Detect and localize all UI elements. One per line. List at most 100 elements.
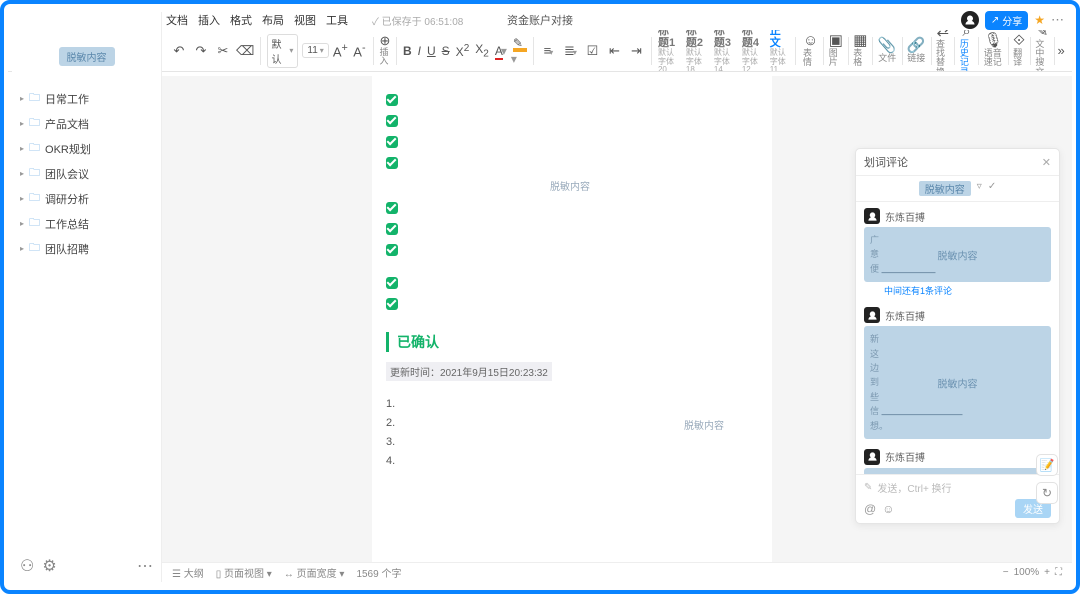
folder-item[interactable]: ▸🗀OKR规划 [18, 136, 155, 161]
toolbar-翻译[interactable]: ⟐翻译 [1008, 33, 1030, 68]
document-page[interactable]: 脱敏内容 已确认 更新时间：2021年9月15日20:23:32 1.2.脱敏内… [372, 76, 772, 564]
outdent-icon[interactable]: ⇤ [605, 44, 623, 57]
heading-option[interactable]: 标题1默认字体 20 [654, 30, 682, 72]
toolbar-查找替换[interactable]: ⇄查找替换 [931, 30, 954, 72]
toolbar-图片[interactable]: ▣图片 [824, 33, 848, 68]
format-painter-icon[interactable]: ✂ [214, 44, 232, 57]
checkbox-checked[interactable] [386, 277, 398, 289]
checkbox-checked[interactable] [386, 202, 398, 214]
checkbox-checked[interactable] [386, 244, 398, 256]
comment-input[interactable]: ✎发送，Ctrl+ 换行 [864, 480, 1051, 495]
folder-item[interactable]: ▸🗀日常工作 [18, 86, 155, 111]
toolbar-文件[interactable]: 📎文件 [873, 38, 902, 63]
clear-format-icon[interactable]: ⌫ [236, 44, 254, 57]
share-icon: ↗ [991, 15, 999, 26]
comment-body[interactable]: ▯▯▯ 脱敏内容 [864, 468, 1051, 474]
list-item[interactable]: 4. [386, 455, 754, 467]
toolbar-语音速记[interactable]: 🎙语音速记 [979, 33, 1008, 68]
mention-icon[interactable]: @ [864, 502, 876, 516]
gear-icon[interactable]: ⚙ [42, 556, 56, 576]
folder-item[interactable]: ▸🗀团队会议 [18, 161, 155, 186]
italic-icon[interactable]: I [418, 44, 421, 58]
checkbox-checked[interactable] [386, 136, 398, 148]
more-icon[interactable]: ⋯ [137, 556, 153, 576]
outline-toggle[interactable]: ☰ 大纲 [172, 565, 204, 580]
close-icon[interactable]: ✕ [1042, 156, 1051, 169]
toolbar-表格[interactable]: ▦表格 [848, 33, 872, 68]
indent-icon[interactable]: ⇥ [627, 44, 645, 57]
checkbox-checked[interactable] [386, 115, 398, 127]
checklist-icon[interactable]: ☑ [583, 44, 601, 57]
zoom-in-icon[interactable]: + [1044, 567, 1050, 578]
menu-布局[interactable]: 布局 [262, 15, 284, 27]
list-item[interactable]: 3. [386, 436, 754, 448]
fullscreen-icon[interactable]: ⛶ [1055, 567, 1062, 578]
more-menu-icon[interactable]: ⋯ [1051, 12, 1064, 28]
sidebar-redacted-badge: 脱敏内容 [59, 47, 115, 66]
emoji-icon[interactable]: ☺ [882, 502, 894, 516]
folder-icon: 🗀 [29, 139, 40, 158]
checkbox-checked[interactable] [386, 298, 398, 310]
decrease-font-icon[interactable]: A- [352, 43, 367, 58]
refresh-float-button[interactable]: ↻ [1036, 482, 1058, 504]
comment-body[interactable]: 广意便 ▁▁▁▁▁▁ 脱敏内容 [864, 227, 1051, 282]
folder-item[interactable]: ▸🗀团队招聘 [18, 236, 155, 261]
insert-button[interactable]: ⊕插入 [380, 34, 391, 67]
underline-icon[interactable]: U [427, 44, 436, 58]
menu-视图[interactable]: 视图 [294, 15, 316, 27]
heading-option[interactable]: 标题2默认字体 18 [682, 30, 710, 72]
menu-文档[interactable]: 文档 [166, 15, 188, 27]
notes-float-button[interactable]: 📝 [1036, 454, 1058, 476]
page-view-toggle[interactable]: ▯ 页面视图 ▾ [216, 565, 272, 580]
toolbar-表情[interactable]: ☺表情 [798, 33, 823, 68]
bullet-list-icon[interactable]: ≡▾ [539, 44, 557, 57]
toolbar-链接[interactable]: 🔗链接 [902, 38, 931, 63]
heading-option[interactable]: 标题3默认字体 14 [710, 30, 738, 72]
checkbox-checked[interactable] [386, 94, 398, 106]
comment-author: 东炼百搏 [885, 209, 925, 224]
avatar [864, 307, 880, 323]
list-item[interactable]: 2.脱敏内容 [386, 417, 754, 429]
page-width-toggle[interactable]: ↔ 页面宽度 ▾ [284, 565, 345, 580]
avatar[interactable] [961, 11, 979, 29]
menu-格式[interactable]: 格式 [230, 15, 252, 27]
comment-body[interactable]: 新这边到些信 ▁▁▁▁▁▁▁▁▁想。 脱敏内容 [864, 326, 1051, 439]
menu-插入[interactable]: 插入 [198, 15, 220, 27]
folder-item[interactable]: ▸🗀工作总结 [18, 211, 155, 236]
comments-tab[interactable]: 脱敏内容 ▿ ✓ [856, 176, 1059, 202]
subscript-icon[interactable]: X2 [475, 42, 489, 59]
pen-icon: ✎ [864, 482, 872, 493]
bold-icon[interactable]: B [403, 44, 412, 58]
font-family-select[interactable]: 默认▾ [267, 34, 299, 68]
toolbar-overflow-icon[interactable]: » [1056, 44, 1066, 57]
increase-font-icon[interactable]: A+ [333, 43, 348, 58]
folder-item[interactable]: ▸🗀调研分析 [18, 186, 155, 211]
font-size-select[interactable]: 11▾ [302, 43, 328, 58]
heading-option[interactable]: 标题4默认字体 12 [738, 30, 766, 72]
redo-icon[interactable]: ↷ [192, 44, 210, 57]
toolbar-历史记录[interactable]: ⌕历史记录 [955, 30, 978, 72]
list-item[interactable]: 1. [386, 398, 754, 410]
star-icon[interactable]: ★ [1034, 13, 1045, 27]
share-button[interactable]: ↗分享 [985, 11, 1028, 30]
section-heading: 已确认 [386, 332, 754, 352]
font-color-icon[interactable]: A▾ [495, 44, 507, 58]
heading-option[interactable]: 正文默认字体 11 [766, 30, 794, 72]
menu-工具[interactable]: 工具 [326, 15, 348, 27]
checkbox-checked[interactable] [386, 157, 398, 169]
toolbar: ↶ ↷ ✂ ⌫ 默认▾ 11▾ A+ A- ⊕插入 B I U S X2 X2 … [8, 30, 1072, 72]
strike-icon[interactable]: S [442, 44, 450, 58]
zoom-value: 100% [1014, 567, 1040, 578]
folder-item[interactable]: ▸🗀产品文档 [18, 111, 155, 136]
superscript-icon[interactable]: X2 [456, 43, 470, 59]
user-icon[interactable]: ⚇ [20, 556, 34, 576]
zoom-out-icon[interactable]: − [1003, 567, 1009, 578]
comments-title: 划词评论 [864, 154, 908, 170]
number-list-icon[interactable]: ≣▾ [561, 44, 579, 57]
undo-icon[interactable]: ↶ [170, 44, 188, 57]
highlight-icon[interactable]: ✎▾ [513, 36, 527, 66]
avatar [864, 449, 880, 465]
toolbar-文中搜文[interactable]: ✎文中搜文 [1030, 30, 1053, 72]
checkbox-checked[interactable] [386, 223, 398, 235]
comment-more-link[interactable]: 中间还有1条评论 [884, 284, 1051, 297]
